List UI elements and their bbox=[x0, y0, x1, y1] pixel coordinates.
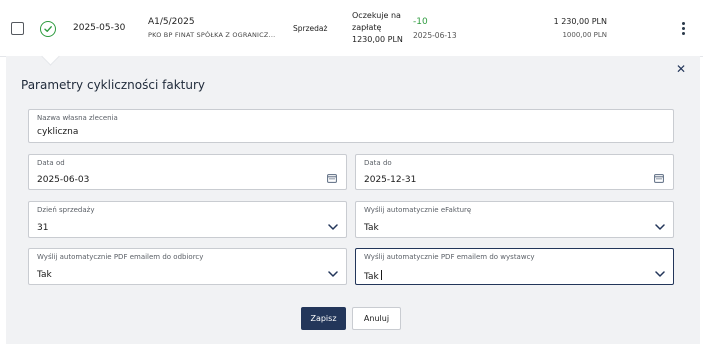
date-from-field[interactable]: Data od 2025-06-03 bbox=[28, 154, 347, 190]
chevron-down-icon[interactable] bbox=[328, 263, 338, 282]
save-button[interactable]: Zapisz bbox=[301, 307, 346, 330]
auto-pdf-issuer-text: Tak bbox=[364, 272, 379, 282]
net-amount: 1000,00 PLN bbox=[562, 31, 607, 39]
auto-pdf-issuer-value[interactable]: Tak bbox=[364, 270, 382, 282]
document-type: Sprzedaż bbox=[293, 24, 328, 33]
document-number[interactable]: A1/5/2025 bbox=[148, 17, 195, 27]
date-to-field[interactable]: Data do 2025-12-31 bbox=[355, 154, 674, 190]
auto-pdf-recipient-select[interactable]: Wyślij automatycznie PDF emailem do odbi… bbox=[28, 248, 347, 285]
row-checkbox[interactable] bbox=[11, 22, 24, 35]
date-to-value[interactable]: 2025-12-31 bbox=[364, 175, 416, 185]
calendar-icon[interactable] bbox=[327, 168, 337, 187]
date-to-label: Data do bbox=[364, 159, 392, 167]
more-actions-icon[interactable] bbox=[676, 19, 690, 37]
sale-day-value[interactable]: 31 bbox=[37, 223, 48, 233]
auto-pdf-issuer-label: Wyślij automatycznie PDF emailem do wyst… bbox=[364, 253, 535, 261]
chevron-down-icon[interactable] bbox=[328, 216, 338, 235]
custom-name-field[interactable]: Nazwa własna zlecenia cykliczna bbox=[28, 109, 674, 143]
panel-title: Parametry cykliczności faktury bbox=[21, 78, 205, 92]
payment-status-line3: 1230,00 PLN bbox=[352, 35, 403, 44]
cancel-button[interactable]: Anuluj bbox=[352, 307, 401, 330]
custom-name-value[interactable]: cykliczna bbox=[37, 127, 78, 137]
issue-date: 2025-05-30 bbox=[73, 23, 126, 33]
gross-amount: 1 230,00 PLN bbox=[553, 17, 607, 26]
invoice-row[interactable]: 2025-05-30 A1/5/2025 PKO BP FINAT SPÓŁKA… bbox=[0, 0, 703, 57]
auto-efaktura-label: Wyślij automatycznie eFakturę bbox=[364, 206, 472, 214]
due-date: 2025-06-13 bbox=[413, 31, 457, 40]
days-overdue: -10 bbox=[413, 17, 428, 27]
auto-efaktura-select[interactable]: Wyślij automatycznie eFakturę Tak bbox=[355, 201, 674, 238]
payment-status-line2: zapłatę bbox=[352, 23, 382, 32]
text-cursor bbox=[380, 270, 382, 280]
sale-day-select[interactable]: Dzień sprzedaży 31 bbox=[28, 201, 347, 238]
auto-pdf-issuer-select[interactable]: Wyślij automatycznie PDF emailem do wyst… bbox=[355, 248, 674, 285]
payment-status: Oczekuje na zapłatę 1230,00 PLN bbox=[352, 10, 412, 46]
sale-day-label: Dzień sprzedaży bbox=[37, 206, 95, 214]
chevron-down-icon[interactable] bbox=[655, 263, 665, 282]
date-from-label: Data od bbox=[37, 159, 65, 167]
recurrence-panel bbox=[6, 56, 700, 344]
close-icon[interactable]: ✕ bbox=[676, 63, 686, 75]
calendar-icon[interactable] bbox=[654, 168, 664, 187]
auto-pdf-recipient-value[interactable]: Tak bbox=[37, 270, 52, 280]
date-from-value[interactable]: 2025-06-03 bbox=[37, 175, 89, 185]
auto-pdf-recipient-label: Wyślij automatycznie PDF emailem do odbi… bbox=[37, 253, 204, 261]
client-name: PKO BP FINAT SPÓŁKA Z OGRANICZ... bbox=[148, 31, 276, 39]
check-circle-icon bbox=[40, 21, 56, 37]
auto-efaktura-value[interactable]: Tak bbox=[364, 223, 379, 233]
custom-name-label: Nazwa własna zlecenia bbox=[37, 114, 118, 122]
payment-status-line1: Oczekuje na bbox=[352, 11, 401, 20]
chevron-down-icon[interactable] bbox=[655, 216, 665, 235]
